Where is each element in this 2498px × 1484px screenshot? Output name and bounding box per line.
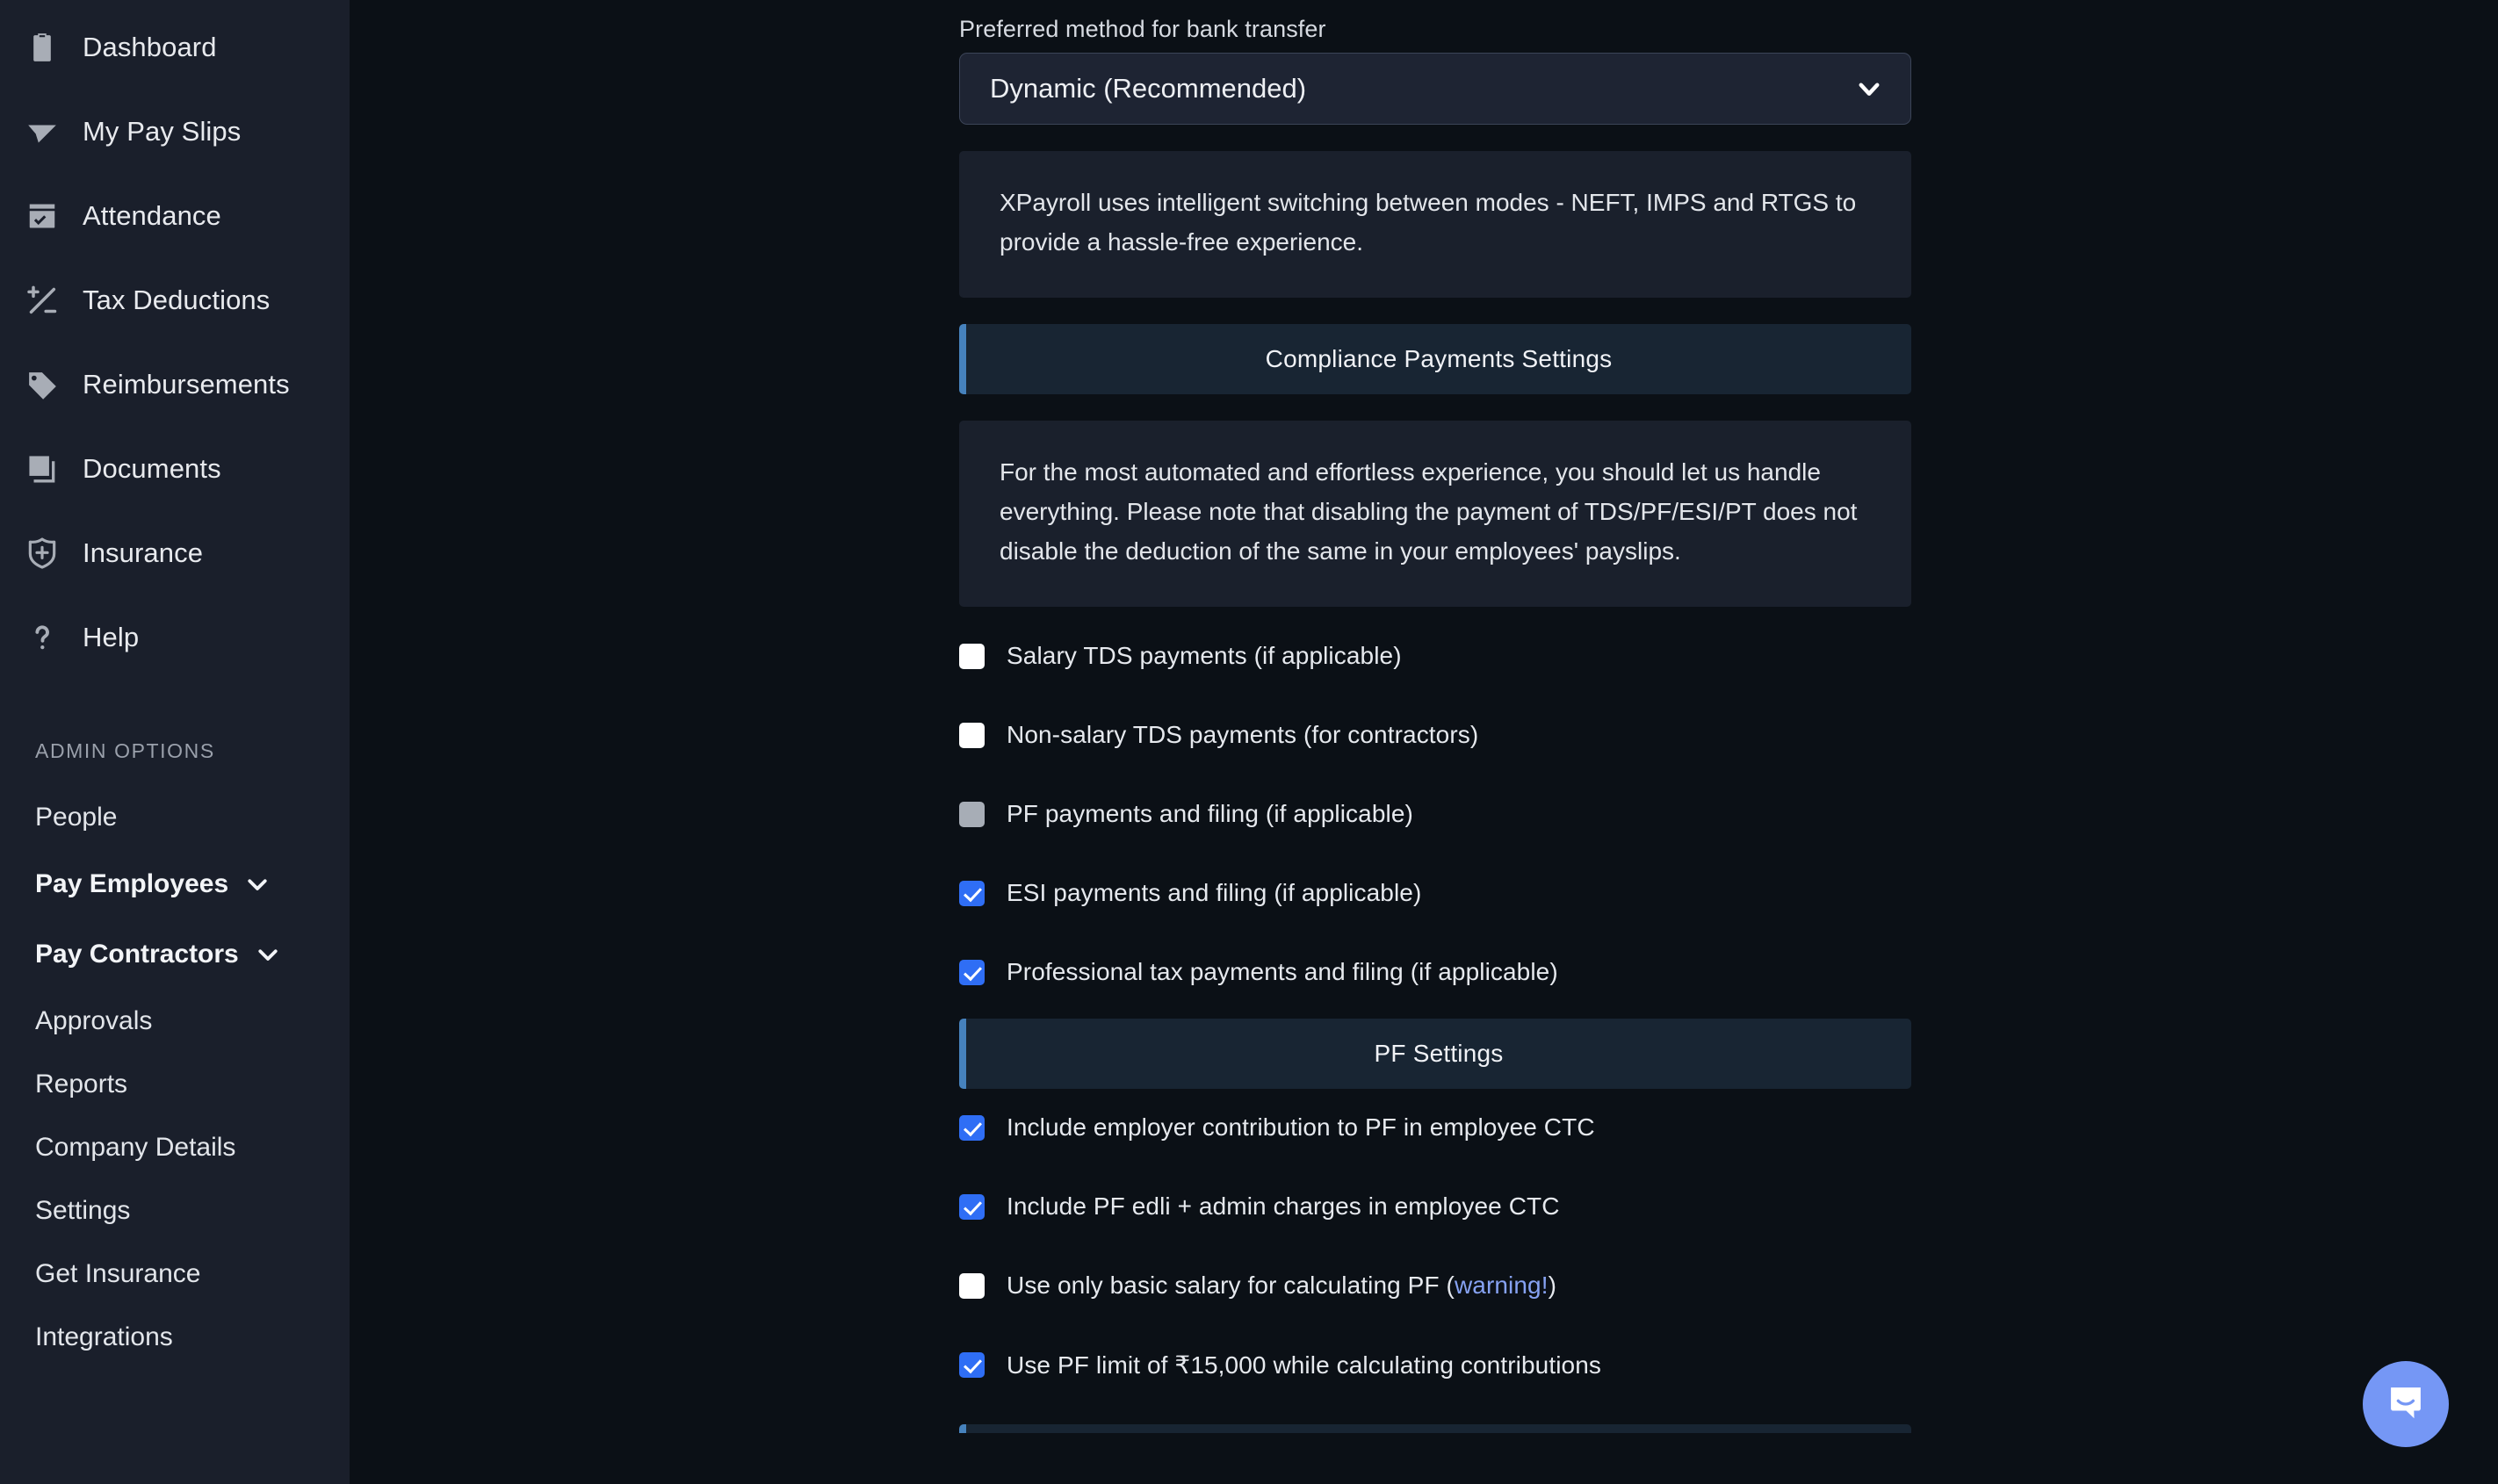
checkbox-row-esi-payments[interactable]: ESI payments and filing (if applicable) — [959, 874, 1911, 913]
sidebar-item-integrations[interactable]: Integrations — [0, 1306, 350, 1369]
sidebar-item-label: Company Details — [35, 1133, 236, 1162]
sidebar-item-label: Approvals — [35, 1006, 153, 1035]
checkbox-esi-payments[interactable] — [959, 880, 985, 906]
checkbox-row-salary-tds[interactable]: Salary TDS payments (if applicable) — [959, 637, 1911, 676]
checkbox-include-pf-edli[interactable] — [959, 1193, 985, 1220]
compliance-info-text: For the most automated and effortless ex… — [1000, 457, 1858, 566]
checkbox-use-only-basic-salary[interactable] — [959, 1272, 985, 1299]
checkbox-salary-tds[interactable] — [959, 643, 985, 669]
sidebar-item-label: Insurance — [83, 537, 204, 568]
sidebar-item-approvals[interactable]: Approvals — [0, 990, 350, 1053]
sidebar-item-label: Integrations — [35, 1322, 173, 1351]
checkbox-professional-tax[interactable] — [959, 959, 985, 985]
checkbox-label: Include PF edli + admin charges in emplo… — [1007, 1192, 1560, 1221]
checkbox-label: Professional tax payments and filing (if… — [1007, 958, 1558, 986]
chat-bubble-icon — [2383, 1380, 2429, 1430]
checkbox-include-employer-contribution[interactable] — [959, 1114, 985, 1141]
chevron-down-icon — [255, 941, 281, 968]
sidebar-item-label: Dashboard — [83, 32, 217, 62]
chat-launcher-button[interactable] — [2363, 1361, 2449, 1447]
sidebar-item-reimbursements[interactable]: Reimbursements — [0, 342, 350, 427]
chevron-down-icon[interactable] — [1854, 74, 1884, 104]
sidebar-item-label: Pay Employees — [35, 869, 229, 898]
bank-transfer-info-text: XPayroll uses intelligent switching betw… — [1000, 189, 1857, 256]
checkbox-row-include-employer-contribution[interactable]: Include employer contribution to PF in e… — [959, 1108, 1911, 1148]
pf-settings-header[interactable]: PF Settings — [959, 1018, 1911, 1089]
sidebar-item-insurance[interactable]: Insurance — [0, 511, 350, 595]
sidebar-item-dashboard[interactable]: Dashboard — [0, 5, 350, 90]
sidebar-section-title-admin-options: ADMIN OPTIONS — [35, 739, 215, 762]
sidebar-item-help[interactable]: Help — [0, 595, 350, 680]
compliance-info-box: For the most automated and effortless ex… — [959, 420, 1911, 607]
checkbox-non-salary-tds[interactable] — [959, 722, 985, 748]
app-root: Dashboard My Pay Slips Attendance Tax De… — [0, 0, 2498, 1484]
sidebar-item-reports[interactable]: Reports — [0, 1053, 350, 1116]
sidebar-item-my-pay-slips[interactable]: My Pay Slips — [0, 90, 350, 174]
checkbox-label-wrapper: Use only basic salary for calculating PF… — [1007, 1271, 1556, 1300]
documents-icon — [19, 446, 65, 492]
bank-transfer-select[interactable]: Dynamic (Recommended) — [959, 53, 1911, 125]
compliance-checkbox-list: Salary TDS payments (if applicable) Non-… — [959, 637, 1911, 992]
checkbox-label: PF payments and filing (if applicable) — [1007, 800, 1413, 828]
sidebar: Dashboard My Pay Slips Attendance Tax De… — [0, 0, 350, 1484]
sidebar-item-label: Reports — [35, 1070, 128, 1099]
sidebar-item-label: Pay Contractors — [35, 940, 239, 969]
sidebar-item-company-details[interactable]: Company Details — [0, 1116, 350, 1179]
checkbox-row-use-pf-limit[interactable]: Use PF limit of ₹15,000 while calculatin… — [959, 1345, 1911, 1385]
checkbox-pf-payments[interactable] — [959, 801, 985, 827]
checkbox-row-professional-tax[interactable]: Professional tax payments and filing (if… — [959, 953, 1911, 992]
sidebar-item-label: Tax Deductions — [83, 285, 271, 315]
sidebar-item-label: My Pay Slips — [83, 116, 242, 147]
checkbox-label: ESI payments and filing (if applicable) — [1007, 879, 1422, 907]
checkbox-row-pf-payments[interactable]: PF payments and filing (if applicable) — [959, 795, 1911, 834]
checkbox-label-suffix: ) — [1548, 1271, 1557, 1300]
paper-plane-icon — [19, 109, 65, 155]
sidebar-item-label: Documents — [83, 453, 221, 484]
sidebar-item-documents[interactable]: Documents — [0, 427, 350, 511]
sidebar-item-people[interactable]: People — [0, 786, 350, 849]
sidebar-item-label: Attendance — [83, 200, 221, 231]
checkbox-label: Include employer contribution to PF in e… — [1007, 1113, 1595, 1142]
checkbox-use-pf-limit[interactable] — [959, 1351, 985, 1378]
sidebar-item-pay-employees[interactable]: Pay Employees — [0, 849, 350, 919]
sidebar-item-attendance[interactable]: Attendance — [0, 174, 350, 258]
compliance-payments-settings-header[interactable]: Compliance Payments Settings — [959, 323, 1911, 394]
sidebar-item-get-insurance[interactable]: Get Insurance — [0, 1243, 350, 1306]
plus-minus-icon — [19, 277, 65, 323]
clipboard-icon — [19, 25, 65, 70]
checkbox-label: Use PF limit of ₹15,000 while calculatin… — [1007, 1351, 1601, 1379]
sidebar-item-settings[interactable]: Settings — [0, 1179, 350, 1243]
sidebar-item-pay-contractors[interactable]: Pay Contractors — [0, 919, 350, 990]
next-section-header-partial[interactable] — [959, 1423, 1911, 1433]
checkbox-label: Salary TDS payments (if applicable) — [1007, 642, 1402, 670]
checkbox-label: Use only basic salary for calculating PF… — [1007, 1271, 1455, 1300]
bank-transfer-label: Preferred method for bank transfer — [959, 16, 1326, 42]
sidebar-item-label: Reimbursements — [83, 369, 290, 400]
section-header-label: PF Settings — [1374, 1039, 1504, 1067]
bank-transfer-selected-value: Dynamic (Recommended) — [990, 73, 1307, 104]
question-mark-icon — [19, 615, 65, 660]
pf-settings-checkbox-list: Include employer contribution to PF in e… — [959, 1108, 1911, 1385]
calendar-check-icon — [19, 193, 65, 239]
settings-column: Preferred method for bank transfer Dynam… — [959, 0, 1911, 1433]
checkbox-row-use-only-basic-salary[interactable]: Use only basic salary for calculating PF… — [959, 1266, 1911, 1306]
main-content: Preferred method for bank transfer Dynam… — [350, 0, 2498, 1484]
chevron-down-icon — [244, 871, 271, 897]
sidebar-item-label: People — [35, 803, 118, 832]
checkbox-label: Non-salary TDS payments (for contractors… — [1007, 721, 1479, 749]
tag-icon — [19, 362, 65, 407]
sidebar-item-tax-deductions[interactable]: Tax Deductions — [0, 258, 350, 342]
checkbox-row-include-pf-edli[interactable]: Include PF edli + admin charges in emplo… — [959, 1187, 1911, 1227]
sidebar-item-label: Get Insurance — [35, 1259, 201, 1288]
section-header-label: Compliance Payments Settings — [1265, 344, 1613, 372]
sidebar-item-label: Help — [83, 622, 140, 652]
bank-transfer-info-box: XPayroll uses intelligent switching betw… — [959, 151, 1911, 298]
checkbox-row-non-salary-tds[interactable]: Non-salary TDS payments (for contractors… — [959, 716, 1911, 755]
warning-link[interactable]: warning! — [1455, 1271, 1549, 1299]
shield-plus-icon — [19, 530, 65, 576]
sidebar-item-label: Settings — [35, 1196, 131, 1225]
